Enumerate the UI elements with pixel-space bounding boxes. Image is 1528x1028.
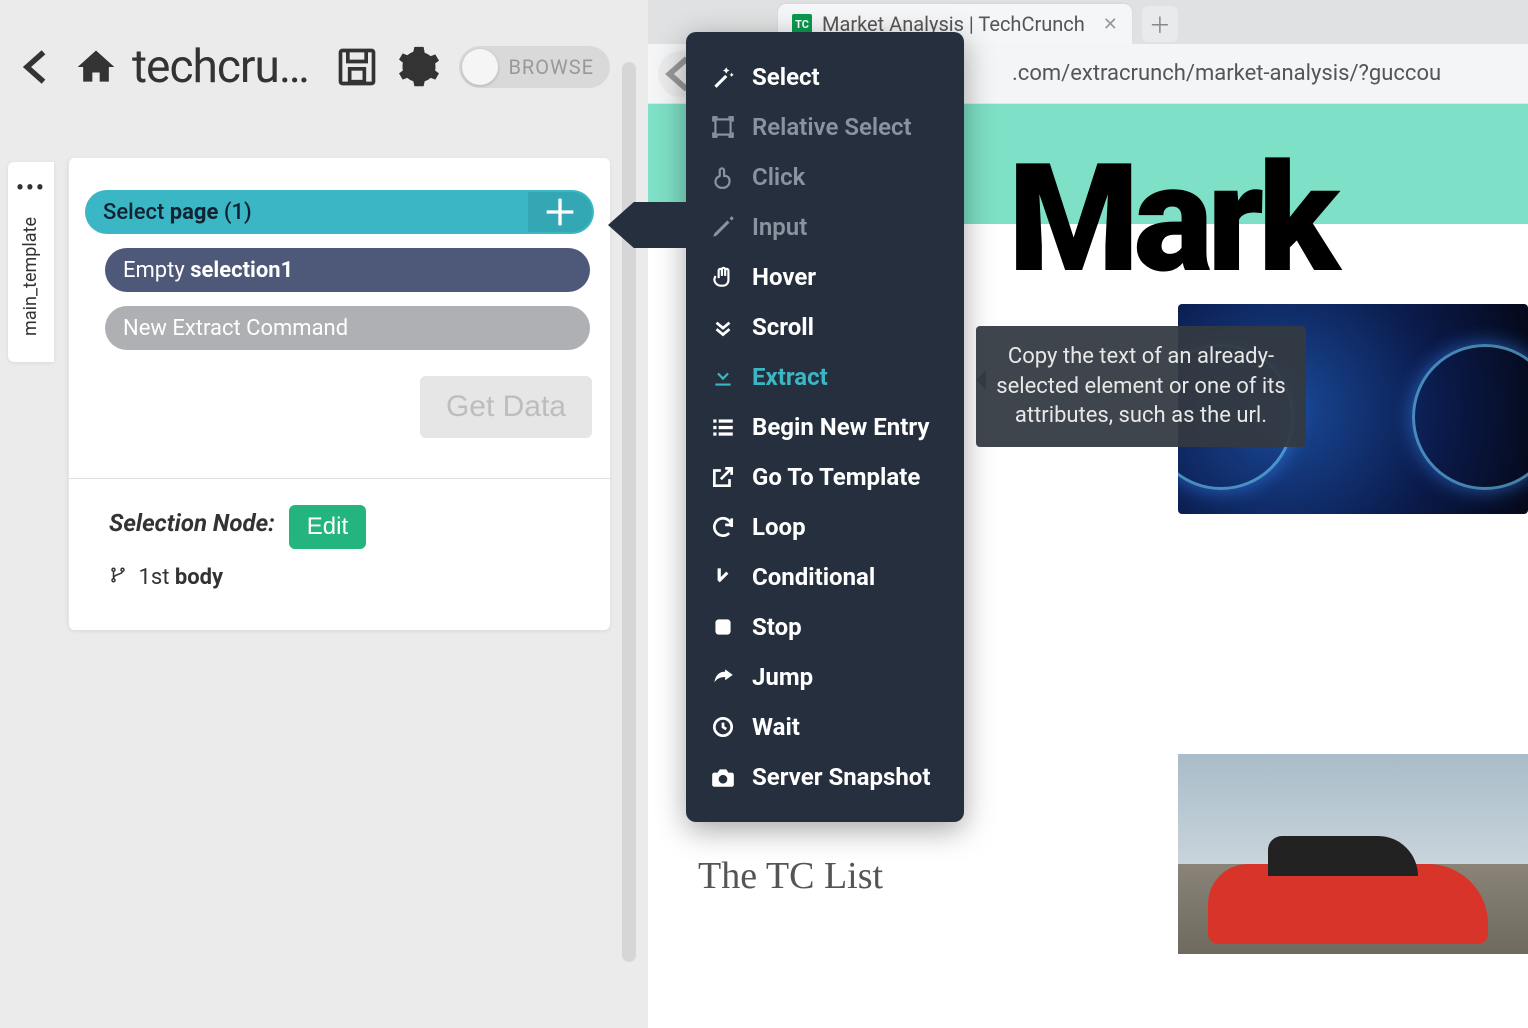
ctx-item-label: Scroll [752,313,814,341]
refresh-icon [710,514,736,540]
template-tab-label: main_template [20,211,41,342]
ctx-item-label: Extract [752,363,828,391]
pointer-icon [710,164,736,190]
wand-icon [710,64,736,90]
command-area: Select page (1) Empty selection1 New Ext… [68,158,610,630]
selection-node-label: Selection Node: [109,509,275,537]
cmd-text: Select page (1) [103,200,252,225]
template-tab-rail[interactable]: ••• main_template [8,162,54,362]
ctx-item-label: Hover [752,263,816,291]
ctx-item-label: Stop [752,613,802,641]
add-command-button[interactable] [528,192,592,232]
hand-icon [710,264,736,290]
ctx-item-hover[interactable]: Hover [686,252,964,302]
close-tab-icon[interactable]: ✕ [1103,14,1118,35]
ellipsis-icon[interactable]: ••• [16,176,46,201]
ctx-item-scroll[interactable]: Scroll [686,302,964,352]
download-icon [710,364,736,390]
external-icon [710,464,736,490]
extract-tooltip: Copy the text of an already-selected ele… [976,326,1306,447]
ctx-item-label: Conditional [752,563,875,591]
select-page-command[interactable]: Select page (1) [85,190,594,234]
ctx-item-select[interactable]: Select [686,52,964,102]
pencil-icon [710,214,736,240]
cmd-text: Empty selection1 [123,258,293,283]
ctx-item-label: Select [752,63,820,91]
ctx-item-wait[interactable]: Wait [686,702,964,752]
ctx-item-jump[interactable]: Jump [686,652,964,702]
ctx-item-label: Relative Select [752,113,912,141]
ctx-item-extract[interactable]: Extract [686,352,964,402]
ctx-item-conditional[interactable]: Conditional [686,552,964,602]
branch-icon [109,565,127,590]
chevrons-icon [710,314,736,340]
toggle-knob [462,49,498,85]
stop-icon [710,614,736,640]
ctx-item-loop[interactable]: Loop [686,502,964,552]
edit-button[interactable]: Edit [289,505,366,549]
toggle-label: BROWSE [508,55,594,79]
page-headline: Mark [1008,144,1528,294]
back-arrow-icon[interactable] [16,45,60,89]
new-tab-button[interactable]: ＋ [1142,6,1178,42]
gear-icon[interactable] [397,45,441,89]
ctx-item-stop[interactable]: Stop [686,602,964,652]
ctx-item-label: Click [752,163,805,191]
selection-block: Selection Node: Edit 1st body [69,478,610,630]
ctx-item-go-to-template[interactable]: Go To Template [686,452,964,502]
ctx-item-label: Begin New Entry [752,413,929,441]
browse-toggle[interactable]: BROWSE [459,46,610,88]
ctx-item-click[interactable]: Click [686,152,964,202]
context-menu: Select Relative Select Click Input Hover Scro… [686,32,964,822]
toolbar-right: BROWSE [335,45,610,89]
divider-scrollbar[interactable] [622,62,636,962]
article-image [1178,754,1528,954]
share-icon [710,664,736,690]
ctx-item-label: Go To Template [752,463,920,491]
selection-path: 1st body [109,565,586,590]
relselect-icon [710,114,736,140]
home-icon[interactable] [74,45,118,89]
project-title: techcru… [132,40,321,94]
ctx-item-begin-new-entry[interactable]: Begin New Entry [686,402,964,452]
ctx-item-relative-select[interactable]: Relative Select [686,102,964,152]
new-extract-command[interactable]: New Extract Command [105,306,590,350]
camera-icon [710,764,736,790]
list-icon [710,414,736,440]
ctx-item-label: Server Snapshot [752,763,930,791]
save-icon[interactable] [335,45,379,89]
tc-list-heading: The TC List [698,854,883,898]
ctx-item-label: Wait [752,713,800,741]
empty-selection-command[interactable]: Empty selection1 [105,248,590,292]
ctx-item-label: Jump [752,663,813,691]
ctx-item-server-snapshot[interactable]: Server Snapshot [686,752,964,802]
cmd-text: New Extract Command [123,316,348,341]
get-data-button[interactable]: Get Data [420,376,592,438]
ctx-item-label: Input [752,213,807,241]
topbar: techcru… BROWSE [0,0,630,124]
tab-favicon: TC [792,14,812,34]
ctx-item-label: Loop [752,513,806,541]
sidebar-panel: techcru… BROWSE ••• main_template Select… [0,0,630,1028]
clock-icon [710,714,736,740]
turndown-icon [710,564,736,590]
ctx-item-input[interactable]: Input [686,202,964,252]
